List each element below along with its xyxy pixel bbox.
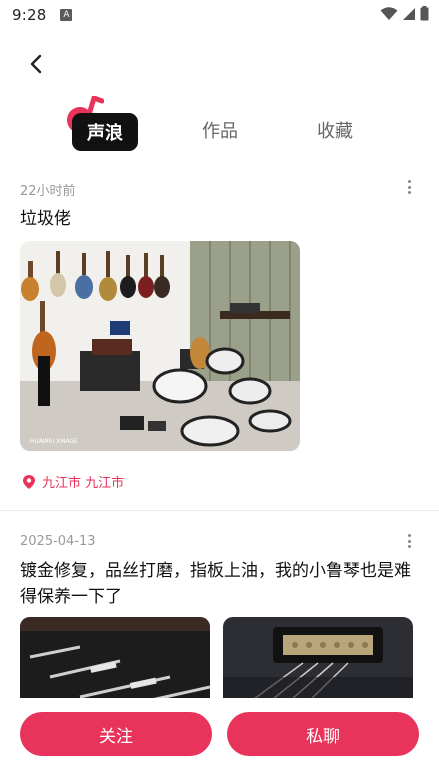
status-time: 9:28 bbox=[12, 6, 47, 24]
follow-button[interactable]: 关注 bbox=[20, 712, 212, 756]
post-text: 垃圾佬 bbox=[20, 209, 71, 229]
post-divider bbox=[0, 510, 439, 511]
pickup-image bbox=[223, 617, 413, 707]
more-options-icon[interactable] bbox=[403, 532, 415, 550]
bottom-action-bar: 关注 私聊 bbox=[0, 698, 439, 780]
fretboard-image bbox=[20, 617, 210, 707]
post-photo[interactable]: HUAWEI XMAGE bbox=[20, 241, 300, 451]
post-time: 2025-04-13 bbox=[20, 534, 96, 549]
status-bar: 9:28 A bbox=[0, 0, 439, 30]
tab-shenglang[interactable]: 声浪 bbox=[72, 113, 138, 151]
back-button[interactable] bbox=[22, 50, 50, 78]
post-photo[interactable] bbox=[20, 617, 210, 707]
tab-favorites[interactable]: 收藏 bbox=[305, 108, 365, 152]
post-card: 22小时前 垃圾佬 HUAWEI XMAGE 九江市 九江市 bbox=[0, 168, 439, 510]
tab-works[interactable]: 作品 bbox=[190, 108, 250, 152]
location-text: 九江市 九江市 bbox=[42, 476, 125, 491]
wifi-icon bbox=[380, 6, 398, 20]
guitar-room-image: HUAWEI XMAGE bbox=[20, 241, 300, 451]
more-options-icon[interactable] bbox=[403, 178, 415, 196]
private-message-button[interactable]: 私聊 bbox=[227, 712, 419, 756]
post-photo[interactable] bbox=[223, 617, 413, 707]
post-time: 22小时前 bbox=[20, 184, 76, 199]
image-watermark: HUAWEI XMAGE bbox=[30, 438, 78, 445]
signal-icon bbox=[403, 7, 415, 20]
location-pin-icon bbox=[23, 474, 35, 489]
chevron-left-icon bbox=[30, 54, 42, 74]
post-text: 镀金修复，品丝打磨，指板上油，我的小鲁琴也是难得保养一下了 bbox=[20, 561, 411, 607]
status-icons bbox=[380, 6, 429, 21]
post-card: 2025-04-13 镀金修复，品丝打磨，指板上油，我的小鲁琴也是难得保养一下了 bbox=[0, 522, 439, 707]
tab-bar: 声浪 作品 收藏 bbox=[0, 108, 439, 156]
notification-a-icon: A bbox=[60, 9, 73, 21]
battery-icon bbox=[420, 6, 429, 21]
location-tag[interactable]: 九江市 九江市 bbox=[22, 472, 124, 491]
